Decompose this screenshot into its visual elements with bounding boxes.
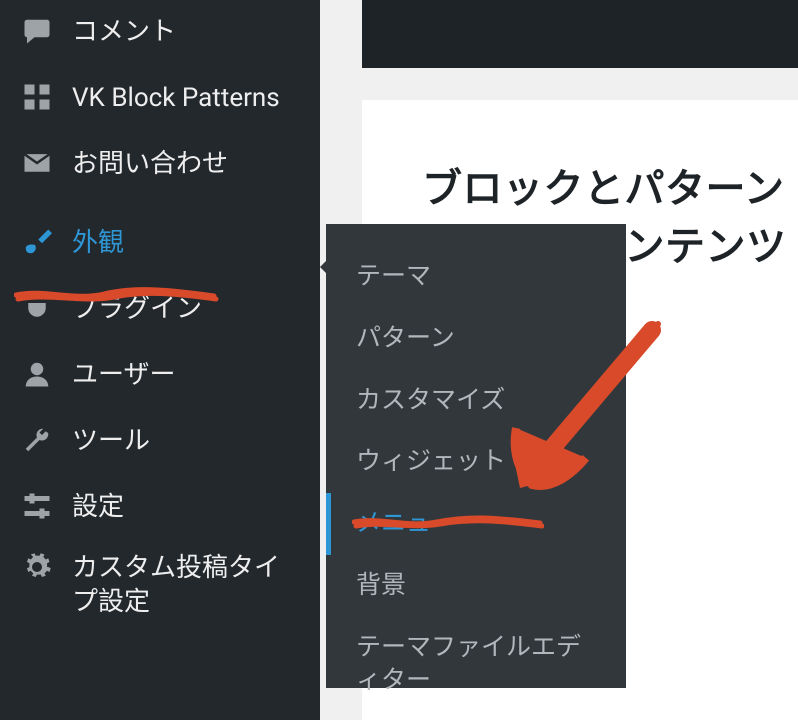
submenu-item-widgets[interactable]: ウィジェット	[326, 431, 626, 493]
sidebar-item-appearance[interactable]: 外観	[0, 211, 320, 277]
plugin-icon	[22, 293, 52, 323]
sidebar-item-plugins[interactable]: プラグイン	[0, 277, 320, 343]
content-heading-line1: ブロックとパターン	[422, 165, 785, 212]
sidebar-item-label: 外観	[72, 227, 304, 261]
sidebar-item-contact[interactable]: お問い合わせ	[0, 132, 320, 198]
sidebar-item-label: コメント	[72, 16, 304, 50]
sidebar-item-label: ツール	[72, 425, 304, 459]
submenu-item-menus[interactable]: メニュー	[326, 493, 626, 555]
sidebar-item-settings[interactable]: 設定	[0, 475, 320, 541]
submenu-item-patterns[interactable]: パターン	[326, 308, 626, 370]
submenu-item-background[interactable]: 背景	[326, 555, 626, 617]
sidebar-item-vk-block-patterns[interactable]: VK Block Patterns	[0, 66, 320, 132]
admin-sidebar: コメント VK Block Patterns お問い合わせ 外観 プラグイン ユ…	[0, 0, 320, 720]
sidebar-item-label: カスタム投稿タイプ設定	[72, 552, 304, 620]
hero-dark-banner	[362, 0, 798, 68]
grid-icon	[22, 82, 52, 112]
submenu-item-themes[interactable]: テーマ	[326, 246, 626, 308]
sidebar-item-label: ユーザー	[72, 359, 304, 393]
comment-icon	[22, 16, 52, 46]
sidebar-item-label: お問い合わせ	[72, 148, 304, 182]
mail-icon	[22, 148, 52, 178]
wrench-icon	[22, 425, 52, 455]
submenu-item-theme-editor[interactable]: テーマファイルエディター	[326, 617, 626, 713]
sidebar-item-users[interactable]: ユーザー	[0, 343, 320, 409]
sidebar-item-label: VK Block Patterns	[72, 82, 304, 116]
submenu-item-customize[interactable]: カスタマイズ	[326, 370, 626, 432]
gear-icon	[22, 552, 52, 582]
appearance-submenu: テーマ パターン カスタマイズ ウィジェット メニュー 背景 テーマファイルエデ…	[326, 224, 626, 688]
sidebar-item-tools[interactable]: ツール	[0, 409, 320, 475]
brush-icon	[22, 227, 52, 257]
sidebar-item-cpt-settings[interactable]: カスタム投稿タイプ設定	[0, 540, 320, 632]
sidebar-item-label: 設定	[72, 491, 304, 525]
sidebar-item-label: プラグイン	[72, 293, 304, 327]
user-icon	[22, 359, 52, 389]
sidebar-item-comments[interactable]: コメント	[0, 0, 320, 66]
sliders-icon	[22, 491, 52, 521]
